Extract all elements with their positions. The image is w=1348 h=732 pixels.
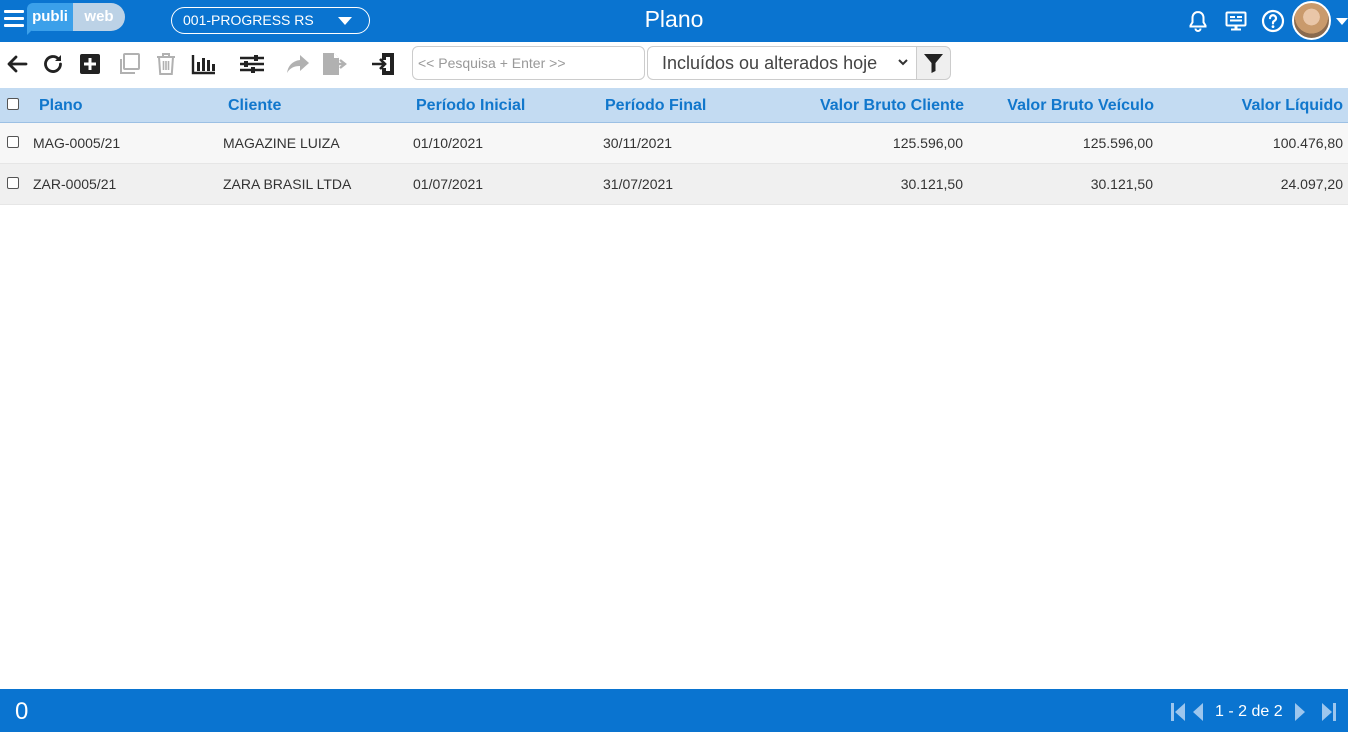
column-header-periodo-final[interactable]: Período Final xyxy=(605,88,706,123)
column-header-valor-bruto-cliente[interactable]: Valor Bruto Cliente xyxy=(780,88,964,123)
share-arrow-icon[interactable] xyxy=(285,51,311,77)
pagination-status: 1 - 2 de 2 xyxy=(1215,703,1283,720)
refresh-icon[interactable] xyxy=(41,51,65,77)
menu-icon[interactable] xyxy=(4,10,24,30)
filter-button[interactable] xyxy=(916,46,951,80)
row-checkbox[interactable] xyxy=(7,177,19,189)
previous-page-icon[interactable] xyxy=(1192,702,1204,722)
chart-icon[interactable] xyxy=(191,51,217,77)
logo: publi web xyxy=(27,3,127,37)
logo-web: web xyxy=(73,3,125,31)
monitor-icon[interactable] xyxy=(1224,9,1248,33)
cell-periodo-inicial: 01/07/2021 xyxy=(413,176,484,192)
column-header-cliente[interactable]: Cliente xyxy=(228,88,281,123)
export-icon[interactable] xyxy=(321,51,349,77)
app-root: publi web 001-PROGRESS RS Plano << Pesqu… xyxy=(0,0,1348,732)
chevron-down-icon xyxy=(898,59,908,66)
copy-icon[interactable] xyxy=(117,51,141,77)
cell-plano: ZAR-0005/21 xyxy=(33,176,117,192)
back-arrow-icon[interactable] xyxy=(5,51,29,77)
company-select-value: 001-PROGRESS RS xyxy=(183,12,314,28)
row-checkbox[interactable] xyxy=(7,136,19,148)
grid-header: Plano Cliente Período Inicial Período Fi… xyxy=(0,88,1348,123)
data-grid: Plano Cliente Período Inicial Período Fi… xyxy=(0,88,1348,205)
cell-valor-bruto-cliente: 30.121,50 xyxy=(900,176,963,192)
footer-bar: 0 1 - 2 de 2 xyxy=(0,689,1348,732)
filter-select[interactable]: Incluídos ou alterados hoje xyxy=(647,46,917,80)
cell-valor-bruto-veiculo: 30.121,50 xyxy=(1090,176,1153,192)
column-header-plano[interactable]: Plano xyxy=(39,88,83,123)
cell-valor-bruto-cliente: 125.596,00 xyxy=(892,135,963,151)
search-input[interactable] xyxy=(412,46,645,80)
first-page-icon[interactable] xyxy=(1170,702,1186,722)
cell-periodo-inicial: 01/10/2021 xyxy=(413,135,484,151)
cell-valor-bruto-veiculo: 125.596,00 xyxy=(1082,135,1153,151)
toolbar: Incluídos ou alterados hoje xyxy=(0,42,1348,108)
add-icon[interactable] xyxy=(79,51,101,77)
cell-valor-liquido: 24.097,20 xyxy=(1280,176,1343,192)
column-header-periodo-inicial[interactable]: Período Inicial xyxy=(416,88,525,123)
cell-valor-liquido: 100.476,80 xyxy=(1272,135,1343,151)
column-header-valor-bruto-veiculo[interactable]: Valor Bruto Veículo xyxy=(970,88,1154,123)
delete-icon[interactable] xyxy=(155,51,177,77)
cell-cliente: MAGAZINE LUIZA xyxy=(223,135,340,151)
avatar[interactable] xyxy=(1292,1,1331,40)
cell-periodo-final: 30/11/2021 xyxy=(603,135,673,151)
cell-periodo-final: 31/07/2021 xyxy=(603,176,674,192)
cell-plano: MAG-0005/21 xyxy=(33,135,121,151)
next-page-icon[interactable] xyxy=(1294,702,1306,722)
settings-sliders-icon[interactable] xyxy=(239,51,265,77)
filter-icon xyxy=(924,54,943,73)
caret-down-icon[interactable] xyxy=(1336,18,1348,25)
selected-count: 0 xyxy=(15,698,29,725)
table-row[interactable]: ZAR-0005/21 ZARA BRASIL LTDA 01/07/2021 … xyxy=(0,164,1348,205)
select-all-checkbox[interactable] xyxy=(7,98,19,110)
last-page-icon[interactable] xyxy=(1321,702,1337,722)
help-icon[interactable] xyxy=(1261,9,1285,33)
bell-icon[interactable] xyxy=(1186,9,1210,33)
top-bar: publi web 001-PROGRESS RS Plano xyxy=(0,0,1348,42)
table-row[interactable]: MAG-0005/21 MAGAZINE LUIZA 01/10/2021 30… xyxy=(0,123,1348,164)
filter-select-value: Incluídos ou alterados hoje xyxy=(662,53,878,73)
column-header-valor-liquido[interactable]: Valor Líquido xyxy=(1160,88,1343,123)
company-select[interactable]: 001-PROGRESS RS xyxy=(171,7,370,34)
caret-down-icon xyxy=(338,17,352,25)
cell-cliente: ZARA BRASIL LTDA xyxy=(223,176,352,192)
import-icon[interactable] xyxy=(370,51,396,77)
